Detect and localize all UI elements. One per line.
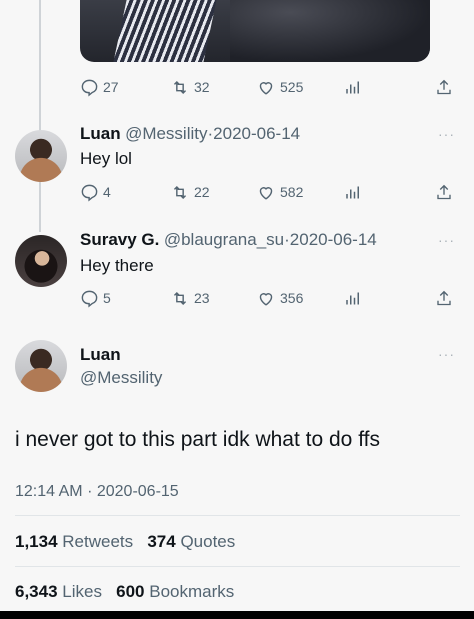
analytics-action[interactable] [344, 77, 362, 97]
like-icon [259, 186, 273, 200]
reply1-actions: 4 22 582 [80, 182, 453, 202]
main-tweet-text: i never got to this part idk what to do … [15, 428, 380, 451]
like-icon [259, 81, 273, 95]
retweet-icon [173, 80, 187, 94]
avatar-luan[interactable] [15, 130, 67, 182]
like-action[interactable]: 525 [256, 77, 303, 97]
retweet-icon [173, 291, 187, 305]
like-action[interactable]: 356 [256, 288, 303, 308]
main-date: 2020-06-15 [96, 483, 179, 500]
reply2-header: Suravy G. @blaugrana_su·2020-06-14 [80, 230, 377, 250]
bookmarks-link[interactable]: 600 Bookmarks [116, 582, 234, 601]
reply2-date[interactable]: 2020-06-14 [290, 230, 377, 249]
likes-link[interactable]: 6,343 Likes [15, 582, 102, 601]
like-count: 525 [280, 79, 304, 95]
bottom-bar [0, 611, 474, 619]
share-action[interactable] [435, 77, 453, 97]
reply1-date[interactable]: 2020-06-14 [213, 124, 300, 143]
reply-icon [81, 184, 98, 202]
share-action[interactable] [435, 288, 453, 308]
reply-icon [81, 79, 98, 97]
thread-connector-line [39, 0, 41, 232]
reply2-text: Hey there [80, 256, 154, 275]
retweets-count: 1,134 [15, 532, 58, 551]
reply2-name[interactable]: Suravy G. [80, 230, 159, 249]
reply1-text: Hey lol [80, 149, 132, 168]
retweet-count: 23 [194, 290, 210, 306]
media-dark-area [230, 0, 430, 62]
retweet-action[interactable]: 22 [170, 182, 210, 202]
main-separator: · [87, 483, 93, 500]
reply-action[interactable]: 27 [80, 77, 119, 97]
reply-icon [81, 290, 98, 308]
main-name[interactable]: Luan [80, 345, 121, 365]
analytics-action[interactable] [344, 288, 362, 308]
share-icon [437, 290, 451, 305]
media-striped-shirt [113, 0, 217, 62]
avatar-luan-main[interactable] [15, 340, 67, 392]
share-icon [437, 79, 451, 94]
reply-action[interactable]: 5 [80, 288, 111, 308]
like-icon [259, 292, 273, 306]
divider [15, 566, 460, 567]
reply1-header: Luan @Messility·2020-06-14 [80, 124, 300, 144]
bookmarks-label: Bookmarks [149, 582, 235, 601]
main-timestamp[interactable]: 12:14 AM · 2020-06-15 [15, 483, 179, 501]
bookmarks-count: 600 [116, 582, 145, 601]
top-tweet-actions: 27 32 525 [80, 77, 453, 97]
quotes-count: 374 [147, 532, 176, 551]
retweets-quotes-stats: 1,134 Retweets 374 Quotes [15, 532, 235, 552]
main-more-icon[interactable]: ··· [438, 346, 455, 362]
reply-count: 27 [103, 79, 119, 95]
retweets-link[interactable]: 1,134 Retweets [15, 532, 133, 551]
reply2-more-icon[interactable]: ··· [438, 232, 455, 248]
retweet-action[interactable]: 23 [170, 288, 210, 308]
like-action[interactable]: 582 [256, 182, 303, 202]
main-handle[interactable]: @Messility [80, 368, 162, 388]
tweet-media-image[interactable] [80, 0, 430, 62]
retweet-count: 32 [194, 79, 210, 95]
retweet-count: 22 [194, 184, 210, 200]
analytics-icon [346, 186, 359, 198]
reply1-more-icon[interactable]: ··· [438, 126, 455, 142]
like-count: 582 [280, 184, 304, 200]
retweet-action[interactable]: 32 [170, 77, 210, 97]
share-action[interactable] [435, 182, 453, 202]
reply-count: 4 [103, 184, 111, 200]
avatar-suravy[interactable] [15, 235, 67, 287]
analytics-icon [346, 81, 359, 93]
likes-bookmarks-stats: 6,343 Likes 600 Bookmarks [15, 582, 234, 602]
main-time: 12:14 AM [15, 483, 83, 500]
retweets-label: Retweets [62, 532, 134, 551]
analytics-icon [346, 292, 359, 304]
divider [15, 515, 460, 516]
likes-count: 6,343 [15, 582, 58, 601]
retweet-icon [173, 185, 187, 199]
quotes-label: Quotes [180, 532, 236, 551]
quotes-link[interactable]: 374 Quotes [147, 532, 235, 551]
reply1-name[interactable]: Luan [80, 124, 121, 143]
reply-action[interactable]: 4 [80, 182, 111, 202]
share-icon [437, 184, 451, 199]
likes-label: Likes [62, 582, 102, 601]
like-count: 356 [280, 290, 304, 306]
reply2-actions: 5 23 356 [80, 288, 453, 308]
reply-count: 5 [103, 290, 111, 306]
reply2-handle[interactable]: @blaugrana_su [164, 230, 284, 249]
reply1-handle[interactable]: @Messility [125, 124, 207, 143]
analytics-action[interactable] [344, 182, 362, 202]
